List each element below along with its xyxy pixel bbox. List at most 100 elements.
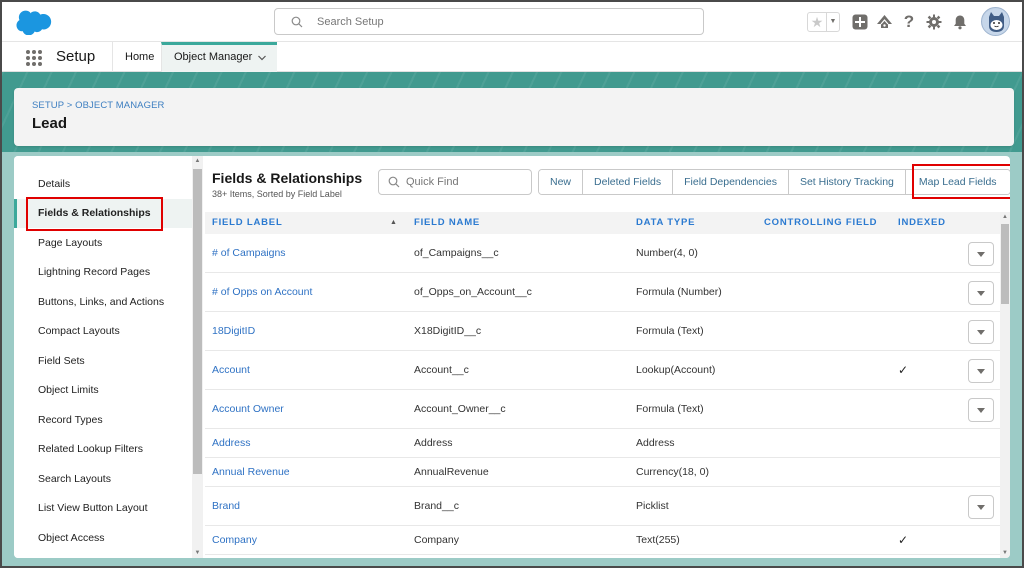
tab-home[interactable]: Home bbox=[112, 42, 160, 72]
column-header-indexed[interactable]: INDEXED bbox=[898, 212, 946, 234]
column-header-field-label[interactable]: FIELD LABEL bbox=[212, 212, 283, 234]
nav-item-list-view-button-layout[interactable]: List View Button Layout bbox=[14, 494, 192, 523]
row-actions-menu-button[interactable] bbox=[968, 281, 994, 305]
fields-relationships-content: Fields & Relationships 38+ Items, Sorted… bbox=[205, 156, 1010, 558]
nav-item-label: Record Types bbox=[38, 414, 103, 426]
row-actions-menu-button[interactable] bbox=[968, 320, 994, 344]
field-name: Account__c bbox=[414, 364, 469, 376]
search-setup-input[interactable] bbox=[317, 15, 677, 28]
caret-down-icon bbox=[977, 368, 985, 374]
trailhead-icon[interactable] bbox=[875, 13, 893, 31]
quick-find[interactable] bbox=[378, 169, 532, 195]
favorites-group: ★ ▼ bbox=[807, 12, 840, 32]
table-scrollbar-thumb[interactable] bbox=[1001, 224, 1009, 304]
field-label-link[interactable]: Brand bbox=[212, 500, 240, 512]
scroll-up-arrow-icon[interactable]: ▲ bbox=[192, 156, 203, 166]
search-icon bbox=[388, 176, 400, 188]
caret-down-icon bbox=[977, 251, 985, 257]
table-row: Address Address Address bbox=[205, 429, 1000, 458]
field-label-link[interactable]: Account bbox=[212, 364, 250, 376]
scroll-down-arrow-icon[interactable]: ▼ bbox=[1000, 548, 1010, 558]
nav-item-buttons-links-actions[interactable]: Buttons, Links, and Actions bbox=[14, 288, 192, 317]
nav-item-field-sets[interactable]: Field Sets bbox=[14, 347, 192, 376]
field-label-link[interactable]: Annual Revenue bbox=[212, 466, 290, 478]
field-label-link[interactable]: Company bbox=[212, 534, 257, 546]
set-history-tracking-button[interactable]: Set History Tracking bbox=[788, 170, 906, 194]
nav-item-search-layouts[interactable]: Search Layouts bbox=[14, 465, 192, 494]
salesforce-logo-icon[interactable] bbox=[16, 10, 52, 35]
action-button-group: New Deleted Fields Field Dependencies Se… bbox=[538, 169, 1010, 195]
help-icon[interactable]: ? bbox=[900, 12, 918, 31]
nav-item-label: Field Sets bbox=[38, 355, 85, 367]
search-setup[interactable] bbox=[274, 8, 704, 35]
field-label-link[interactable]: # of Campaigns bbox=[212, 247, 286, 259]
global-header: ★ ▼ ? bbox=[2, 2, 1022, 42]
nav-item-object-limits[interactable]: Object Limits bbox=[14, 376, 192, 405]
data-type: Picklist bbox=[636, 500, 669, 512]
field-dependencies-button[interactable]: Field Dependencies bbox=[673, 170, 789, 194]
nav-item-compact-layouts[interactable]: Compact Layouts bbox=[14, 317, 192, 346]
table-scrollbar[interactable]: ▲ ▼ bbox=[1000, 212, 1010, 558]
table-row: 18DigitID X18DigitID__c Formula (Text) bbox=[205, 312, 1000, 351]
row-actions-menu-button[interactable] bbox=[968, 398, 994, 422]
field-label-link[interactable]: Address bbox=[212, 437, 251, 449]
page-header: SETUP > OBJECT MANAGER Lead bbox=[14, 88, 1014, 146]
caret-down-icon bbox=[977, 407, 985, 413]
nav-item-label: Fields & Relationships bbox=[38, 207, 151, 219]
setup-gear-icon[interactable] bbox=[925, 13, 943, 31]
favorites-star-icon[interactable]: ★ bbox=[808, 13, 826, 31]
browser-frame: ★ ▼ ? Setup Home Object Manager bbox=[2, 2, 1022, 566]
scroll-up-arrow-icon[interactable]: ▲ bbox=[1000, 212, 1010, 222]
row-actions-menu-button[interactable] bbox=[968, 242, 994, 266]
breadcrumb[interactable]: SETUP > OBJECT MANAGER bbox=[32, 100, 165, 111]
nav-item-label: Related Lookup Filters bbox=[38, 443, 144, 455]
column-header-data-type[interactable]: DATA TYPE bbox=[636, 212, 695, 234]
row-actions-menu-button[interactable] bbox=[968, 495, 994, 519]
table-row: # of Campaigns of_Campaigns__c Number(4, 0… bbox=[205, 234, 1000, 273]
user-avatar[interactable] bbox=[981, 7, 1010, 36]
quick-find-input[interactable] bbox=[406, 176, 526, 188]
field-label-link[interactable]: # of Opps on Account bbox=[212, 286, 312, 298]
nav-item-label: Search Layouts bbox=[38, 473, 111, 485]
nav-item-details[interactable]: Details bbox=[14, 170, 192, 199]
data-type: Currency(18, 0) bbox=[636, 466, 709, 478]
nav-item-label: Page Layouts bbox=[38, 237, 103, 249]
context-bar: Setup Home Object Manager bbox=[2, 42, 1022, 72]
object-manager-panel: Details Fields & Relationships Page Layo… bbox=[14, 156, 1010, 558]
map-lead-fields-button[interactable]: Map Lead Fields bbox=[905, 170, 1010, 194]
caret-down-icon bbox=[977, 290, 985, 296]
favorites-dropdown-icon[interactable]: ▼ bbox=[826, 13, 839, 31]
object-detail-nav: Details Fields & Relationships Page Layo… bbox=[14, 156, 192, 558]
scroll-down-arrow-icon[interactable]: ▼ bbox=[192, 548, 203, 558]
new-field-button[interactable]: New bbox=[539, 170, 584, 194]
tab-home-label: Home bbox=[125, 51, 155, 63]
indexed-check-icon: ✓ bbox=[898, 363, 909, 377]
nav-item-fields-relationships[interactable]: Fields & Relationships bbox=[14, 199, 192, 228]
nav-item-label: Object Limits bbox=[38, 384, 99, 396]
left-nav-scrollbar-thumb[interactable] bbox=[193, 169, 202, 474]
table-row: Annual Revenue AnnualRevenue Currency(18, … bbox=[205, 458, 1000, 487]
left-nav-scrollbar[interactable]: ▲ ▼ bbox=[192, 156, 203, 558]
field-label-link[interactable]: 18DigitID bbox=[212, 325, 255, 337]
tab-object-manager[interactable]: Object Manager bbox=[161, 42, 277, 72]
nav-item-record-types[interactable]: Record Types bbox=[14, 406, 192, 435]
field-name: of_Campaigns__c bbox=[414, 247, 499, 259]
nav-item-page-layouts[interactable]: Page Layouts bbox=[14, 229, 192, 258]
app-launcher-icon[interactable] bbox=[26, 50, 42, 66]
search-icon bbox=[291, 16, 303, 28]
field-label-link[interactable]: Account Owner bbox=[212, 403, 284, 415]
deleted-fields-button[interactable]: Deleted Fields bbox=[583, 170, 674, 194]
sort-ascending-icon[interactable]: ▲ bbox=[390, 212, 397, 234]
column-header-field-name[interactable]: FIELD NAME bbox=[414, 212, 480, 234]
field-name: AnnualRevenue bbox=[414, 466, 489, 478]
row-actions-menu-button[interactable] bbox=[968, 359, 994, 383]
notifications-bell-icon[interactable] bbox=[951, 13, 969, 31]
nav-item-lightning-record-pages[interactable]: Lightning Record Pages bbox=[14, 258, 192, 287]
global-add-icon[interactable] bbox=[851, 13, 869, 31]
nav-item-label: Buttons, Links, and Actions bbox=[38, 296, 165, 308]
field-name: of_Opps_on_Account__c bbox=[414, 286, 532, 298]
nav-item-object-access[interactable]: Object Access bbox=[14, 524, 192, 553]
field-name: Account_Owner__c bbox=[414, 403, 506, 415]
column-header-controlling-field[interactable]: CONTROLLING FIELD bbox=[764, 212, 877, 234]
nav-item-related-lookup-filters[interactable]: Related Lookup Filters bbox=[14, 435, 192, 464]
